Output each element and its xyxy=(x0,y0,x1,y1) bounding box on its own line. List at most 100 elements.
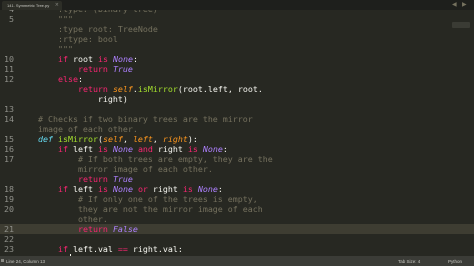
code-token: """ xyxy=(18,44,73,54)
code-token: None xyxy=(112,54,133,64)
code-token: return xyxy=(77,174,108,184)
code-text: # Checks if two binary trees are the mir… xyxy=(18,114,253,124)
panel-toggle-icon[interactable] xyxy=(1,259,4,262)
code-token: or xyxy=(137,184,148,194)
code-token: left xyxy=(132,134,153,144)
code-token: None xyxy=(112,144,133,154)
code-token: is xyxy=(182,184,193,194)
code-line[interactable]: 11 return True xyxy=(0,64,474,74)
code-line[interactable]: other. xyxy=(0,214,474,224)
line-number: 22 xyxy=(4,234,14,244)
code-token: if xyxy=(57,184,68,194)
code-token: (root.left, root. xyxy=(177,84,263,94)
line-number: 18 xyxy=(4,184,14,194)
chevron-left-icon[interactable]: ◀ xyxy=(452,1,457,8)
code-editor[interactable]: 4 :type: (binary tree)5 """ :type root: … xyxy=(0,10,474,256)
code-token: None xyxy=(202,144,223,154)
code-token: , xyxy=(152,134,163,144)
code-token: right.val: xyxy=(127,244,183,254)
line-number: 21 xyxy=(4,224,14,234)
code-line[interactable]: 12 else: xyxy=(0,74,474,84)
code-text: # If only one of the trees is empty, xyxy=(18,194,258,204)
code-token: ): xyxy=(187,134,198,144)
code-line[interactable]: :rtype: bool xyxy=(0,34,474,44)
code-text: image of each other. xyxy=(18,124,138,134)
code-line[interactable]: 22 xyxy=(0,234,474,244)
code-line[interactable]: 14 # Checks if two binary trees are the … xyxy=(0,114,474,124)
code-line[interactable]: right) xyxy=(0,94,474,104)
code-text: :type root: TreeNode xyxy=(18,24,158,34)
line-number: 13 xyxy=(4,104,14,114)
code-token: : xyxy=(77,74,83,84)
code-line[interactable]: 5 """ xyxy=(0,14,474,24)
code-token: left.val xyxy=(67,244,118,254)
code-token: return xyxy=(77,224,108,234)
code-token: left xyxy=(67,144,98,154)
tab-label: 141. Symmetric Tree.py xyxy=(7,3,50,8)
close-icon[interactable]: × xyxy=(55,2,59,8)
code-text: """ xyxy=(18,14,73,24)
line-number: 10 xyxy=(4,54,14,64)
code-token: : xyxy=(222,144,228,154)
code-text: other. xyxy=(18,214,108,224)
code-line[interactable]: 21 return False xyxy=(0,224,474,234)
code-token: mirror image of each other. xyxy=(18,164,213,174)
line-number: 20 xyxy=(4,204,14,214)
code-token: # If both trees are empty, they are the xyxy=(18,154,273,164)
code-text: return True xyxy=(18,174,133,184)
sublime-editor-window: 141. Symmetric Tree.py × ◀ ▶ 4 :type: (b… xyxy=(0,0,474,266)
code-text: if left.val == right.val: xyxy=(18,244,183,254)
code-line[interactable]: 17 # If both trees are empty, they are t… xyxy=(0,154,474,164)
line-number: 17 xyxy=(4,154,14,164)
code-text: return self.isMirror(root.left, root. xyxy=(18,84,263,94)
code-line[interactable]: :type root: TreeNode xyxy=(0,24,474,34)
code-line[interactable]: 18 if left is None or right is None: xyxy=(0,184,474,194)
line-number: 11 xyxy=(4,64,14,74)
code-token: : xyxy=(217,184,223,194)
line-number: 23 xyxy=(4,244,14,254)
code-text: return True xyxy=(18,64,133,74)
code-text: else: xyxy=(18,74,83,84)
code-line[interactable]: 16 if left is None and right is None: xyxy=(0,144,474,154)
code-token: if xyxy=(57,54,68,64)
code-line[interactable]: 23 if left.val == right.val: xyxy=(0,244,474,254)
code-token: image of each other. xyxy=(18,124,138,134)
code-line[interactable]: mirror image of each other. xyxy=(0,164,474,174)
code-line[interactable]: return self.isMirror(root.left, root. xyxy=(0,84,474,94)
code-token: None xyxy=(112,184,133,194)
code-text: right) xyxy=(18,94,128,104)
code-token: return xyxy=(77,64,108,74)
code-token: isMirror xyxy=(137,84,178,94)
tab-symmetric-tree[interactable]: 141. Symmetric Tree.py × xyxy=(2,1,62,10)
code-line[interactable]: 20 they are not the mirror image of each xyxy=(0,204,474,214)
code-line[interactable]: """ xyxy=(0,44,474,54)
line-number: 12 xyxy=(4,74,14,84)
code-token: # If only one of the trees is empty, xyxy=(18,194,258,204)
code-line[interactable]: 19 # If only one of the trees is empty, xyxy=(0,194,474,204)
code-line[interactable]: 15 def isMirror(self, left, right): xyxy=(0,134,474,144)
code-line[interactable]: 10 if root is None: xyxy=(0,54,474,64)
code-token: right xyxy=(162,134,188,144)
code-line[interactable]: return True xyxy=(0,174,474,184)
syntax-indicator[interactable]: Python xyxy=(448,259,462,264)
tab-size-indicator[interactable]: Tab Size: 4 xyxy=(398,259,420,264)
code-token: root xyxy=(67,54,98,64)
code-text: """ xyxy=(18,44,73,54)
code-token: :type root: TreeNode xyxy=(18,24,158,34)
scroll-indicator[interactable] xyxy=(452,22,470,28)
code-token: is xyxy=(187,144,198,154)
code-text: # If both trees are empty, they are the xyxy=(18,154,273,164)
code-token: self xyxy=(102,134,123,144)
tab-bar: 141. Symmetric Tree.py × ◀ ▶ xyxy=(0,0,474,10)
chevron-right-icon[interactable]: ▶ xyxy=(462,1,467,8)
code-token: : xyxy=(132,54,138,64)
code-token: None xyxy=(197,184,218,194)
code-line[interactable]: 13 xyxy=(0,104,474,114)
code-line[interactable]: image of each other. xyxy=(0,124,474,134)
code-token: is xyxy=(97,184,108,194)
code-text: def isMirror(self, left, right): xyxy=(18,134,198,144)
